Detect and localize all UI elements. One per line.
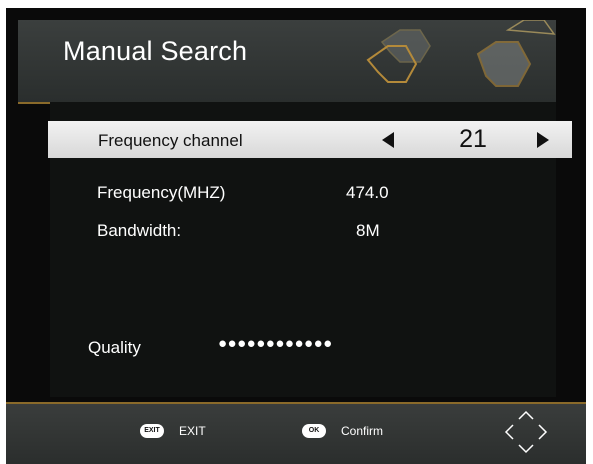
hexagon-decoration-icon <box>366 20 556 87</box>
left-arrow-icon[interactable] <box>382 132 394 148</box>
frequency-value: 474.0 <box>346 183 389 202</box>
bandwidth-label: Bandwidth: <box>97 221 182 240</box>
navigation-arrows-icon <box>504 410 548 454</box>
header-bar: Manual Search <box>18 20 556 104</box>
quality-indicator: ●●●●●●●●●●●● <box>218 335 333 352</box>
frequency-channel-label: Frequency channel <box>98 131 243 150</box>
frequency-label: Frequency(MHZ) <box>97 183 226 202</box>
frequency-channel-value: 21 <box>459 125 487 153</box>
page-title: Manual Search <box>63 36 248 66</box>
footer-bar: EXIT EXIT OK Confirm <box>6 402 586 464</box>
exit-key-icon: EXIT <box>140 424 164 438</box>
confirm-hint-label: Confirm <box>341 424 384 438</box>
exit-hint-label: EXIT <box>179 424 206 438</box>
right-arrow-icon[interactable] <box>537 132 549 148</box>
quality-label: Quality <box>88 338 141 357</box>
bandwidth-value: 8M <box>356 221 380 240</box>
ok-key-icon: OK <box>302 424 326 438</box>
frequency-channel-row[interactable]: Frequency channel 21 <box>48 121 572 158</box>
